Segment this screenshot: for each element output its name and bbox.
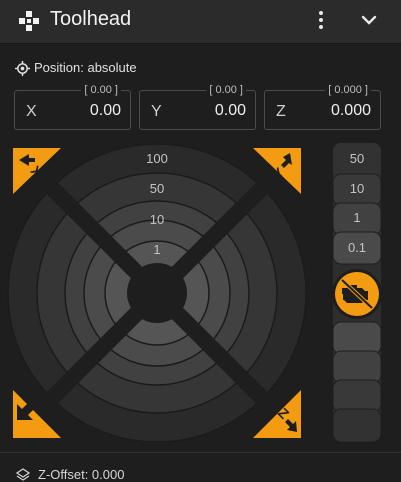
card-header: Toolhead bbox=[0, 0, 401, 44]
z-down-10[interactable] bbox=[332, 379, 382, 413]
z-position-field[interactable]: Z 0.000 [ 0.000 ] bbox=[264, 85, 381, 130]
z-step-label-50: 50 bbox=[350, 151, 364, 166]
x-position-field[interactable]: X 0.00 [ 0.00 ] bbox=[14, 85, 131, 130]
y-position-value[interactable]: 0.00 bbox=[215, 102, 246, 120]
z-step-label-10: 10 bbox=[350, 181, 364, 196]
z-down-50[interactable] bbox=[332, 408, 382, 443]
y-position-field[interactable]: Y 0.00 [ 0.00 ] bbox=[139, 85, 256, 130]
card-title: Toolhead bbox=[50, 8, 132, 30]
x-axis-label: X bbox=[26, 103, 37, 120]
xy-center bbox=[127, 263, 187, 323]
xy-step-label-10: 10 bbox=[150, 212, 164, 227]
position-label: Position: absolute bbox=[34, 60, 137, 75]
z-offset-label: Z-Offset: 0.000 bbox=[38, 467, 125, 482]
z-axis-label: Z bbox=[276, 103, 286, 120]
z-down-1[interactable] bbox=[332, 350, 382, 384]
layers-icon bbox=[16, 468, 30, 481]
xy-step-label-50: 50 bbox=[150, 181, 164, 196]
y-position-tag: [ 0.00 ] bbox=[206, 85, 246, 96]
jog-controls: 100 50 10 1 X Y Z 50 10 1 0.1 bbox=[7, 143, 382, 443]
more-vert-icon[interactable] bbox=[309, 8, 333, 32]
x-position-tag: [ 0.00 ] bbox=[81, 85, 121, 96]
xy-step-label-1: 1 bbox=[153, 242, 160, 257]
z-step-label-0.1: 0.1 bbox=[348, 240, 366, 255]
z-position-value[interactable]: 0.000 bbox=[331, 102, 371, 120]
chevron-down-icon[interactable] bbox=[357, 8, 381, 32]
y-axis-label: Y bbox=[151, 103, 162, 120]
z-step-label-1: 1 bbox=[353, 210, 360, 225]
xy-step-label-100: 100 bbox=[146, 151, 168, 166]
footer-divider bbox=[0, 452, 401, 453]
toolhead-dpad-icon bbox=[19, 11, 39, 31]
crosshair-icon bbox=[15, 61, 30, 76]
x-position-value[interactable]: 0.00 bbox=[90, 102, 121, 120]
z-position-tag: [ 0.000 ] bbox=[325, 85, 371, 96]
z-down-0.1[interactable] bbox=[332, 321, 382, 355]
motors-off-button[interactable] bbox=[332, 269, 382, 319]
